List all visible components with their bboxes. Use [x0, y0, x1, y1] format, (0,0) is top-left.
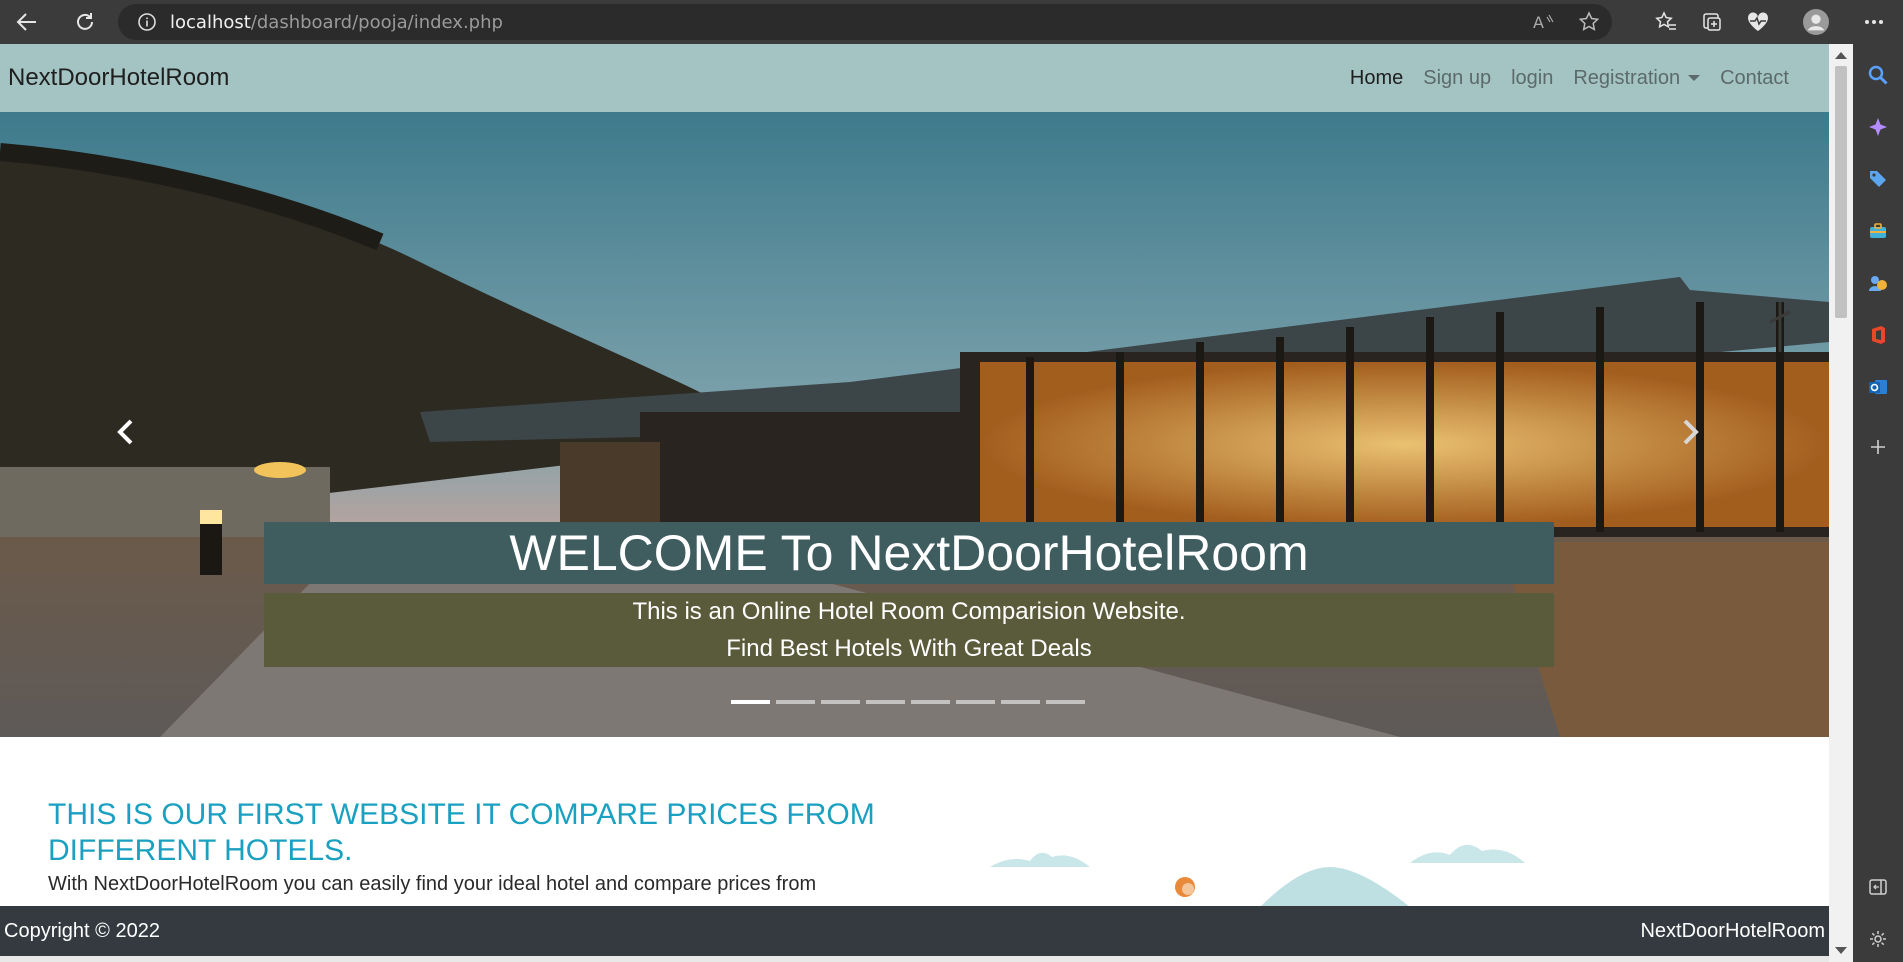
- profile-avatar-icon[interactable]: [1803, 9, 1829, 35]
- chevron-right-icon: [1683, 419, 1699, 445]
- carousel-next-button[interactable]: [1670, 412, 1710, 452]
- nav-link-registration[interactable]: Registration: [1563, 67, 1710, 90]
- sidebar-toggle-icon[interactable]: [1865, 874, 1891, 900]
- navbar-brand[interactable]: NextDoorHotelRoom: [8, 64, 229, 92]
- scroll-up-icon[interactable]: [1835, 52, 1847, 59]
- footer-brand: NextDoorHotelRoom: [1640, 919, 1825, 942]
- favorites-icon[interactable]: [1653, 9, 1679, 35]
- health-icon[interactable]: [1745, 9, 1771, 35]
- refresh-icon: [77, 13, 93, 30]
- registration-label: Registration: [1573, 66, 1681, 89]
- nav-link-signup[interactable]: Sign up: [1413, 67, 1501, 90]
- site-info-icon[interactable]: [134, 12, 160, 32]
- nav-link-contact[interactable]: Contact: [1710, 67, 1799, 90]
- site-footer: Copyright © 2022 NextDoorHotelRoom: [0, 906, 1829, 956]
- carousel-indicator[interactable]: [956, 700, 995, 704]
- carousel-indicator[interactable]: [911, 700, 950, 704]
- nav-link-home[interactable]: Home: [1340, 67, 1413, 90]
- carousel-indicator[interactable]: [821, 700, 860, 704]
- caption-line-1: This is an Online Hotel Room Comparision…: [632, 598, 1186, 625]
- site-navbar: NextDoorHotelRoom Home Sign up login Reg…: [0, 44, 1829, 112]
- carousel-indicator[interactable]: [866, 700, 905, 704]
- carousel-caption-title: WELCOME To NextDoorHotelRoom: [264, 522, 1554, 584]
- carousel-prev-button[interactable]: [106, 412, 146, 452]
- refresh-button[interactable]: [65, 2, 105, 42]
- back-button[interactable]: [7, 2, 47, 42]
- browser-toolbar: localhost/dashboard/pooja/index.php A: [0, 0, 1903, 44]
- nav-link-login[interactable]: login: [1501, 67, 1563, 90]
- carousel-indicator[interactable]: [1001, 700, 1040, 704]
- address-bar[interactable]: localhost/dashboard/pooja/index.php A: [118, 4, 1612, 40]
- carousel-indicators: [731, 700, 1085, 704]
- url-text: localhost/dashboard/pooja/index.php: [170, 11, 503, 33]
- scroll-down-icon[interactable]: [1835, 947, 1847, 954]
- nav-links: Home Sign up login Registration Contact: [1340, 67, 1799, 90]
- vertical-scrollbar[interactable]: [1829, 44, 1853, 962]
- scrollbar-thumb[interactable]: [1835, 66, 1847, 318]
- dropdown-caret-icon: [1688, 75, 1701, 81]
- carousel-indicator[interactable]: [731, 700, 770, 704]
- svg-text:A: A: [1533, 13, 1544, 32]
- copilot-icon[interactable]: [1865, 114, 1891, 140]
- more-menu-icon[interactable]: [1861, 9, 1887, 35]
- shopping-tag-icon[interactable]: [1865, 166, 1891, 192]
- caption-line-2: Find Best Hotels With Great Deals: [726, 635, 1092, 662]
- carousel-indicator[interactable]: [776, 700, 815, 704]
- outlook-icon[interactable]: [1865, 374, 1891, 400]
- read-aloud-icon[interactable]: A: [1530, 9, 1556, 35]
- arrow-left-icon: [16, 13, 36, 31]
- hero-carousel: WELCOME To NextDoorHotelRoom This is an …: [0, 112, 1829, 737]
- browser-sidebar: [1853, 44, 1903, 962]
- gear-icon[interactable]: [1865, 926, 1891, 952]
- add-favorite-icon[interactable]: [1576, 9, 1602, 35]
- office-icon[interactable]: [1865, 322, 1891, 348]
- footer-copyright: Copyright © 2022: [4, 919, 160, 942]
- carousel-indicator[interactable]: [1046, 700, 1085, 704]
- add-icon[interactable]: [1865, 434, 1891, 460]
- games-icon[interactable]: [1865, 270, 1891, 296]
- intro-paragraph: With NextDoorHotelRoom you can easily fi…: [48, 873, 817, 895]
- carousel-caption-subtitle: This is an Online Hotel Room Comparision…: [264, 593, 1554, 667]
- tools-briefcase-icon[interactable]: [1865, 218, 1891, 244]
- collections-icon[interactable]: [1699, 9, 1725, 35]
- search-icon[interactable]: [1865, 62, 1891, 88]
- page-viewport: NextDoorHotelRoom Home Sign up login Reg…: [0, 44, 1829, 962]
- intro-headline: THIS IS OUR FIRST WEBSITE IT COMPARE PRI…: [48, 798, 875, 867]
- travel-illustration: [990, 844, 1525, 907]
- horizontal-scrollbar[interactable]: [0, 956, 1829, 962]
- chevron-left-icon: [117, 419, 133, 445]
